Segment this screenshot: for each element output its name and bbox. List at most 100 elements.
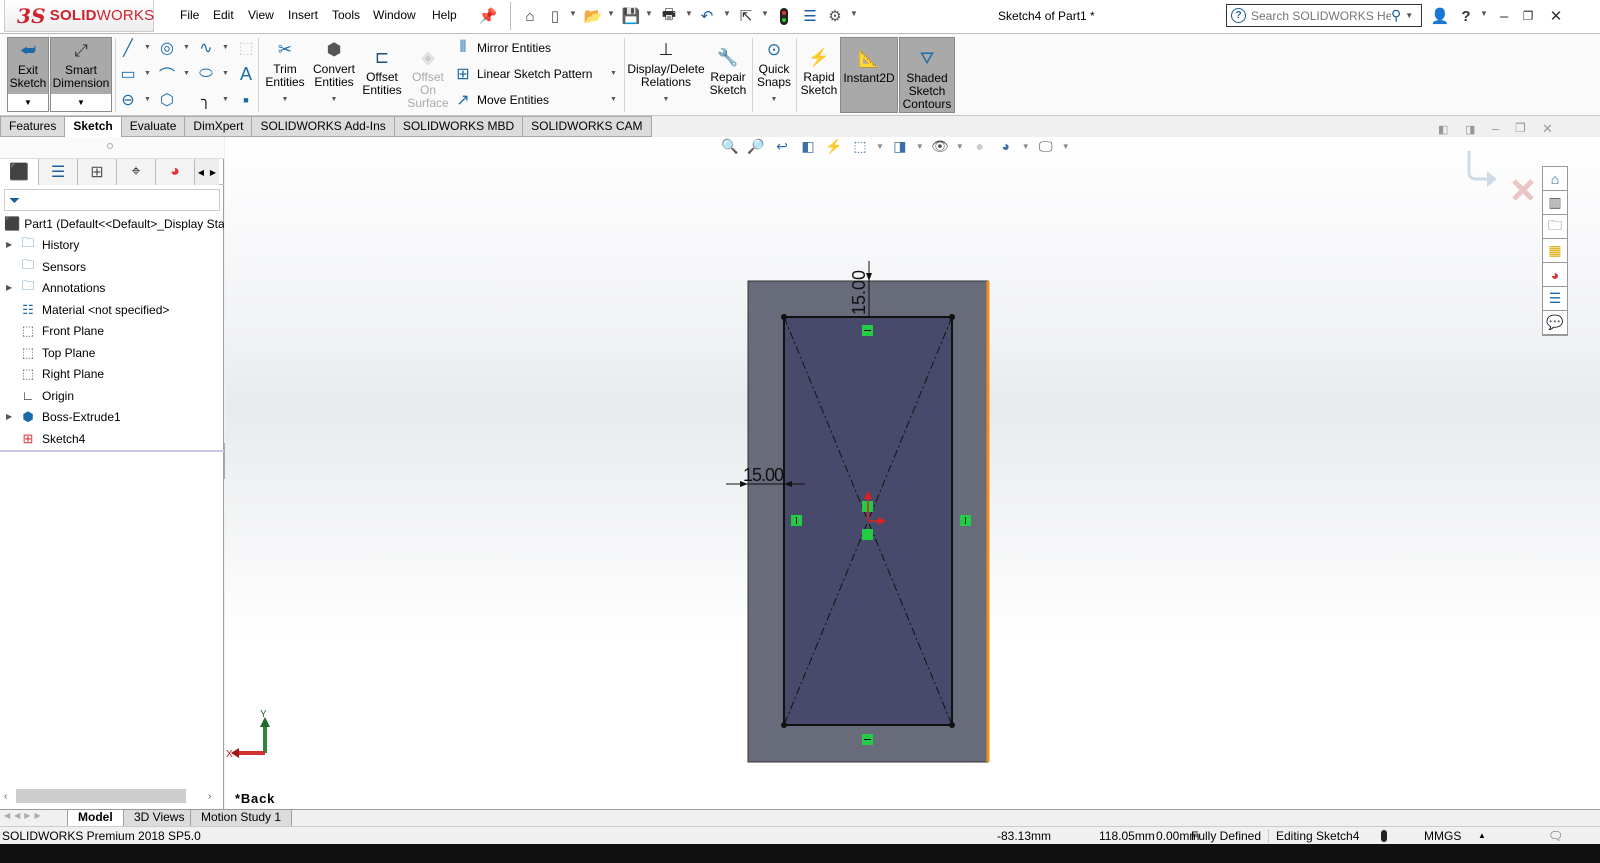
file-properties-icon[interactable]: ☰ xyxy=(800,6,820,26)
menu-view[interactable]: View xyxy=(248,8,274,22)
panel-grip[interactable] xyxy=(0,137,224,159)
doc-minimize-icon[interactable]: – xyxy=(1492,121,1499,136)
select-icon[interactable]: ⇱ xyxy=(736,6,756,26)
text-icon[interactable]: A xyxy=(236,64,256,84)
tile-right-icon[interactable]: ◨ xyxy=(1465,123,1475,136)
offset-entities-button[interactable]: ⊏ Offset Entities xyxy=(360,45,404,97)
ellipse-caret[interactable]: ▼ xyxy=(222,70,229,77)
instant2d-button[interactable]: 📐 Instant2D xyxy=(840,37,898,113)
tab-model[interactable]: Model xyxy=(67,810,124,827)
scroll-left-icon[interactable]: ◀ xyxy=(198,168,204,177)
save-dropdown-caret[interactable]: ▼ xyxy=(645,9,653,18)
display-manager-tab-icon[interactable]: ◕ xyxy=(156,159,195,185)
fillet-caret[interactable]: ▼ xyxy=(222,96,229,103)
forum-icon[interactable]: 💬 xyxy=(1543,311,1567,335)
linear-pattern-caret[interactable]: ▼ xyxy=(610,70,617,77)
ellipse-icon[interactable]: ⬭ xyxy=(196,64,216,84)
panel-tab-scroll[interactable]: ◀ ▶ xyxy=(195,159,219,185)
solidworks-resources-icon[interactable]: ⌂ xyxy=(1543,167,1567,191)
tree-filter[interactable]: ⏷ xyxy=(4,189,220,211)
plane-sketch-icon[interactable]: ⬚ xyxy=(236,38,256,58)
expand-arrow-icon[interactable]: ▶ xyxy=(6,240,18,249)
unit-system[interactable]: MMGS xyxy=(1424,829,1461,843)
convert-caret[interactable]: ▼ xyxy=(331,93,338,106)
menu-file[interactable]: File xyxy=(180,8,199,22)
filter-icon[interactable]: ⏷ xyxy=(9,192,20,209)
search-dropdown-caret[interactable]: ▼ xyxy=(1405,11,1413,20)
tree-item-annotations[interactable]: ▶ 🗀 Annotations xyxy=(0,277,224,298)
custom-properties-icon[interactable]: ☰ xyxy=(1543,287,1567,311)
arc-caret[interactable]: ▼ xyxy=(183,70,190,77)
print-dropdown-caret[interactable]: ▼ xyxy=(685,9,693,18)
tree-item-origin[interactable]: ∟ Origin xyxy=(0,385,224,406)
new-dropdown-caret[interactable]: ▼ xyxy=(569,9,577,18)
exit-sketch-button[interactable]: ⮨ Exit Sketch ▼ xyxy=(7,37,49,112)
dimxpert-manager-tab-icon[interactable]: ⌖ xyxy=(117,159,156,185)
line-icon[interactable]: ╱ xyxy=(118,38,138,58)
exit-sketch-caret[interactable]: ▼ xyxy=(8,94,48,111)
tab-features[interactable]: Features xyxy=(0,116,66,137)
menu-tools[interactable]: Tools xyxy=(332,8,360,22)
line-caret[interactable]: ▼ xyxy=(144,44,151,51)
doc-close-icon[interactable]: ✕ xyxy=(1542,121,1553,137)
view-palette-icon[interactable]: ▦ xyxy=(1543,239,1567,263)
tab-cam[interactable]: SOLIDWORKS CAM xyxy=(523,116,652,137)
property-manager-tab-icon[interactable]: ☰ xyxy=(39,159,78,185)
tree-item-history[interactable]: ▶ 🗀 History xyxy=(0,234,224,255)
menu-insert[interactable]: Insert xyxy=(288,8,318,22)
slot-icon[interactable]: ⊖ xyxy=(118,90,138,110)
rapid-sketch-button[interactable]: ⚡ Rapid Sketch xyxy=(800,45,838,97)
tree-root-part[interactable]: ⬛ Part1 (Default<<Default>_Display Sta xyxy=(0,213,224,234)
home-icon[interactable]: ⌂ xyxy=(520,6,540,26)
minimize-icon[interactable]: – xyxy=(1494,6,1514,26)
open-dropdown-caret[interactable]: ▼ xyxy=(607,9,615,18)
options-dropdown-caret[interactable]: ▼ xyxy=(850,9,858,18)
design-library-icon[interactable]: ▥ xyxy=(1543,191,1567,215)
expand-arrow-icon[interactable]: ▶ xyxy=(6,412,18,421)
undo-dropdown-caret[interactable]: ▼ xyxy=(723,9,731,18)
tree-item-sketch4[interactable]: ⊞ Sketch4 xyxy=(0,428,224,449)
offset-on-surface-button[interactable]: ◈ Offset On Surface xyxy=(406,45,450,110)
circle-caret[interactable]: ▼ xyxy=(183,44,190,51)
linear-sketch-pattern-button[interactable]: ⊞ Linear Sketch Pattern xyxy=(453,64,592,84)
pin-icon[interactable]: 📌 xyxy=(478,6,498,26)
print-icon[interactable]: 🖶 xyxy=(659,6,679,26)
open-icon[interactable]: 📂 xyxy=(583,6,603,26)
mirror-entities-button[interactable]: ⫴ Mirror Entities xyxy=(453,38,551,58)
solidworks-logo[interactable]: 3S SOLID WORKS xyxy=(4,0,154,32)
select-dropdown-caret[interactable]: ▼ xyxy=(761,9,769,18)
smart-dimension-caret[interactable]: ▼ xyxy=(51,94,111,111)
tab-addins[interactable]: SOLIDWORKS Add-Ins xyxy=(252,116,395,137)
tab-evaluate[interactable]: Evaluate xyxy=(121,116,186,137)
trim-entities-button[interactable]: ✂ Trim Entities ▼ xyxy=(262,37,308,106)
menu-edit[interactable]: Edit xyxy=(213,8,234,22)
horizontal-scrollbar[interactable]: ‹ › xyxy=(4,788,220,804)
scroll-left-arrow-icon[interactable]: ‹ xyxy=(4,791,16,802)
spline-icon[interactable]: ∿ xyxy=(196,38,216,58)
expand-arrow-icon[interactable]: ▶ xyxy=(6,283,18,292)
new-document-icon[interactable]: ▯ xyxy=(545,6,565,26)
customize-status-icon[interactable]: 🗨 xyxy=(1548,829,1563,843)
search-input[interactable] xyxy=(1251,8,1391,23)
rebuild-status-icon[interactable] xyxy=(1381,830,1387,842)
display-delete-relations-button[interactable]: ⊥ Display/Delete Relations ▼ xyxy=(627,37,704,106)
circle-icon[interactable]: ◎ xyxy=(157,38,177,58)
tab-motion-study-1[interactable]: Motion Study 1 xyxy=(190,810,293,827)
rollback-bar[interactable] xyxy=(0,450,224,452)
save-icon[interactable]: 💾 xyxy=(621,6,641,26)
tree-item-top-plane[interactable]: ⬚ Top Plane xyxy=(0,342,224,363)
tab-3d-views[interactable]: 3D Views xyxy=(123,810,196,827)
feature-manager-tab-icon[interactable]: ⬛ xyxy=(0,159,39,185)
shaded-sketch-contours-button[interactable]: ⛛ Shaded Sketch Contours xyxy=(899,37,955,113)
configuration-manager-tab-icon[interactable]: ⊞ xyxy=(78,159,117,185)
help-dropdown-caret[interactable]: ▼ xyxy=(1480,9,1488,18)
scroll-right-icon[interactable]: ▶ xyxy=(210,168,216,177)
move-entities-button[interactable]: ↗ Move Entities xyxy=(453,90,549,110)
relations-caret[interactable]: ▼ xyxy=(663,93,670,106)
rebuild-icon[interactable] xyxy=(780,8,788,25)
scroll-thumb[interactable] xyxy=(16,789,186,803)
rectangle-icon[interactable]: ▭ xyxy=(118,64,138,84)
search-help-box[interactable]: ? ⚲ ▼ xyxy=(1226,4,1422,27)
polygon-icon[interactable]: ⬡ xyxy=(157,90,177,110)
tab-mbd[interactable]: SOLIDWORKS MBD xyxy=(394,116,524,137)
